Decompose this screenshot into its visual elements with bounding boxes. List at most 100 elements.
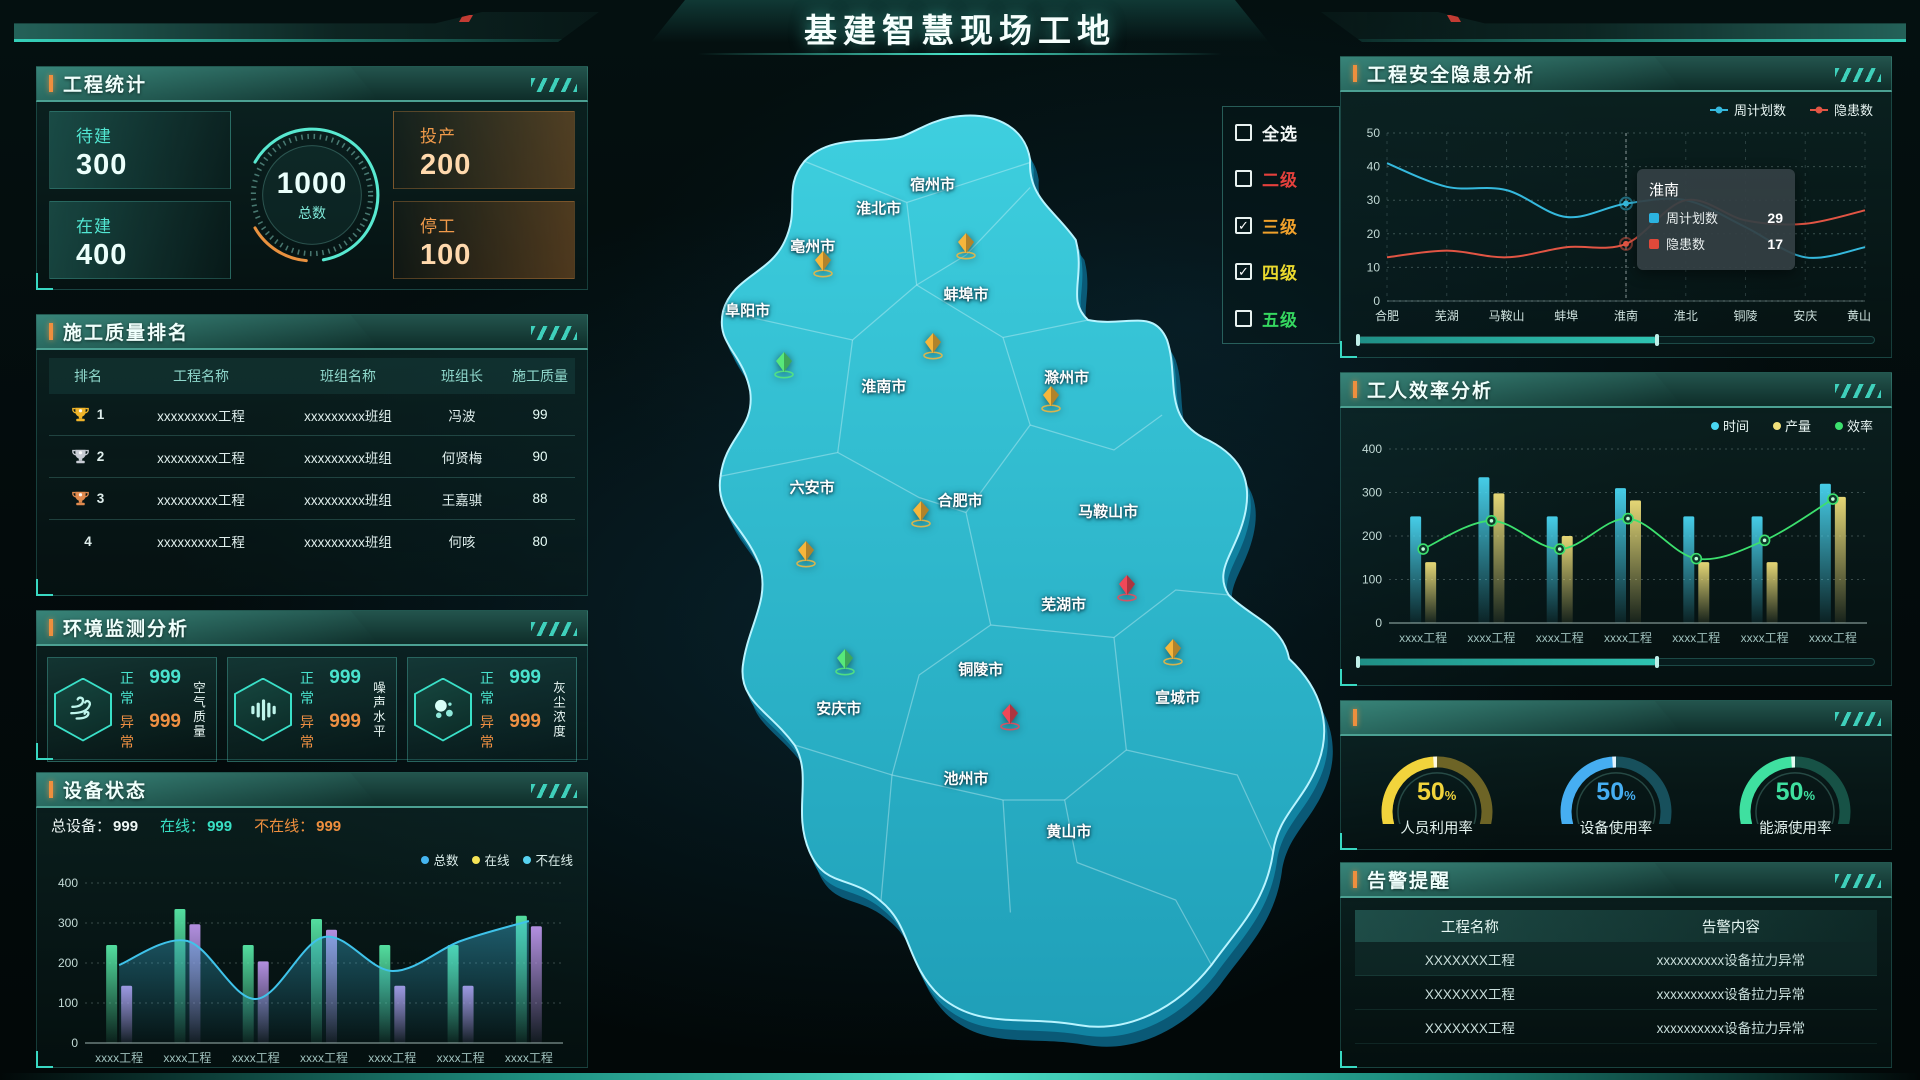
table-header: 工程名称 告警内容: [1355, 910, 1877, 942]
header-decoration-right: [1321, 12, 1906, 42]
filter-option-all[interactable]: ✓ 全选: [1235, 117, 1327, 147]
panel-worker-efficiency: 工人效率分析 时间 产量 效率 0100200300400xxxx工程xxxx工…: [1340, 372, 1892, 686]
header-accent: [49, 75, 53, 92]
checkbox[interactable]: ✓: [1235, 217, 1252, 234]
metric-name: 灰尘浓度: [549, 681, 568, 739]
stat-value: 400: [76, 239, 230, 272]
header-slashes-icon: [1835, 68, 1881, 82]
map-pin-icon[interactable]: [920, 332, 946, 365]
map-pin-icon[interactable]: [908, 500, 934, 533]
map-pin-icon[interactable]: [1160, 638, 1186, 671]
map-pin-icon[interactable]: [771, 351, 797, 384]
panel-title: 工人效率分析: [1367, 376, 1493, 403]
svg-text:40: 40: [1367, 160, 1381, 174]
legend-total[interactable]: 总数: [421, 850, 458, 869]
svg-text:300: 300: [58, 916, 78, 930]
map-pin-icon[interactable]: [810, 250, 836, 283]
svg-text:400: 400: [1362, 442, 1382, 456]
abnormal-label: 异常: [300, 712, 323, 752]
col-rank: 排名: [49, 366, 127, 386]
project-name: xxxxxxxxx工程: [127, 405, 275, 425]
team-name: xxxxxxxxx班组: [275, 531, 421, 551]
legend-offline[interactable]: 不在线: [523, 850, 573, 869]
svg-text:0: 0: [1373, 294, 1380, 308]
legend-efficiency[interactable]: 效率: [1835, 416, 1873, 435]
svg-text:xxxx工程: xxxx工程: [505, 1050, 553, 1065]
gauge-personnel: 50% 人员利用率: [1357, 740, 1517, 838]
header-accent: [1353, 709, 1357, 726]
stat-value: 100: [420, 239, 574, 272]
city-label-安庆市: 安庆市: [816, 698, 861, 719]
stat-label: 在建: [76, 212, 230, 237]
device-summary: 总设备：999 在线：999 不在线：999: [51, 815, 341, 836]
safety-line-chart[interactable]: 01020304050合肥芜湖马鞍山蚌埠淮南淮北铜陵安庆黄山 淮南 周计划数 2…: [1351, 121, 1881, 332]
legend-hazards[interactable]: 隐患数: [1810, 100, 1873, 119]
header-accent: [1353, 871, 1357, 888]
chart-tooltip: 淮南 周计划数 29 隐患数 17: [1637, 169, 1795, 270]
abnormal-label: 异常: [480, 712, 503, 752]
header-slashes-icon: [1835, 384, 1881, 398]
team-name: xxxxxxxxx班组: [275, 447, 421, 467]
svg-text:200: 200: [1362, 529, 1382, 543]
header-accent: [49, 323, 53, 340]
table-row: 4 xxxxxxxxx工程 xxxxxxxxx班组 何咳 80: [49, 520, 575, 562]
efficiency-bar-chart[interactable]: 0100200300400xxxx工程xxxx工程xxxx工程xxxx工程xxx…: [1351, 437, 1881, 654]
panel-project-stats: 工程统计 待建 300 1000 总数: [36, 66, 588, 290]
total-ring: 1000 总数: [240, 111, 384, 279]
svg-text:xxxx工程: xxxx工程: [1467, 630, 1515, 645]
panel-title: 设备状态: [63, 776, 147, 803]
col-project: 工程名称: [127, 366, 275, 386]
rank-number: 2: [97, 449, 105, 464]
map-pin-icon[interactable]: [953, 232, 979, 265]
datazoom-slider[interactable]: [1357, 658, 1875, 666]
svg-text:淮北: 淮北: [1674, 309, 1698, 323]
map-pin-icon[interactable]: [997, 703, 1023, 736]
header-slashes-icon: [1835, 712, 1881, 726]
svg-text:xxxx工程: xxxx工程: [163, 1050, 211, 1065]
page-title: 基建智慧现场工地: [804, 4, 1116, 52]
filter-option-level3[interactable]: ✓ 三级: [1235, 210, 1327, 240]
project-name: xxxxxxxxx工程: [127, 447, 275, 467]
svg-text:xxxx工程: xxxx工程: [1399, 630, 1447, 645]
city-label-阜阳市: 阜阳市: [725, 299, 770, 320]
map-pin-icon[interactable]: [1038, 385, 1064, 418]
map-pin-icon[interactable]: [832, 648, 858, 681]
table-row: XXXXXXX工程 xxxxxxxxxx设备拉力异常: [1355, 942, 1877, 976]
device-bar-chart[interactable]: 0100200300400xxxx工程xxxx工程xxxx工程xxxx工程xxx…: [47, 871, 577, 1074]
device-total: 总设备：999: [51, 815, 138, 836]
trophy-bronze-icon: [72, 490, 89, 507]
panel-title: 环境监测分析: [63, 614, 189, 641]
table-header: 排名 工程名称 班组名称 班组长 施工质量: [49, 358, 575, 394]
svg-text:0: 0: [71, 1036, 78, 1050]
svg-text:安庆: 安庆: [1793, 308, 1817, 323]
metric-name: 噪声水平: [369, 681, 388, 739]
checkbox[interactable]: ✓: [1235, 124, 1252, 141]
checkbox[interactable]: ✓: [1235, 263, 1252, 280]
footer-accent: [0, 1073, 1920, 1080]
panel-quality-ranking: 施工质量排名 排名 工程名称 班组名称 班组长 施工质量 1 xxxxxxxxx…: [36, 314, 588, 596]
trophy-gold-icon: [72, 406, 89, 423]
filter-option-level2[interactable]: ✓ 二级: [1235, 164, 1327, 194]
dashboard: 基建智慧现场工地 工程统计 待建 300: [0, 0, 1920, 1080]
page-header: 基建智慧现场工地: [640, 0, 1280, 56]
alarm-project: XXXXXXX工程: [1355, 983, 1585, 1003]
filter-option-level4[interactable]: ✓ 四级: [1235, 257, 1327, 287]
panel-header: 设备状态: [36, 772, 588, 808]
legend-weekly-plan[interactable]: 周计划数: [1710, 100, 1786, 119]
header-slashes-icon: [1835, 874, 1881, 888]
team-name: xxxxxxxxx班组: [275, 489, 421, 509]
map-pin-icon[interactable]: [793, 540, 819, 573]
score: 88: [503, 491, 577, 506]
normal-value: 999: [329, 667, 361, 689]
tooltip-row: 隐患数 17: [1649, 234, 1783, 253]
datazoom-slider[interactable]: [1357, 336, 1875, 344]
map-pin-icon[interactable]: [1114, 574, 1140, 607]
legend-output[interactable]: 产量: [1773, 416, 1811, 435]
filter-option-level5[interactable]: ✓ 五级: [1235, 303, 1327, 333]
legend-time[interactable]: 时间: [1711, 416, 1749, 435]
checkbox[interactable]: ✓: [1235, 310, 1252, 327]
checkbox[interactable]: ✓: [1235, 170, 1252, 187]
col-team: 班组名称: [275, 366, 421, 386]
legend-online[interactable]: 在线: [472, 850, 509, 869]
panel-header: [1340, 700, 1892, 736]
